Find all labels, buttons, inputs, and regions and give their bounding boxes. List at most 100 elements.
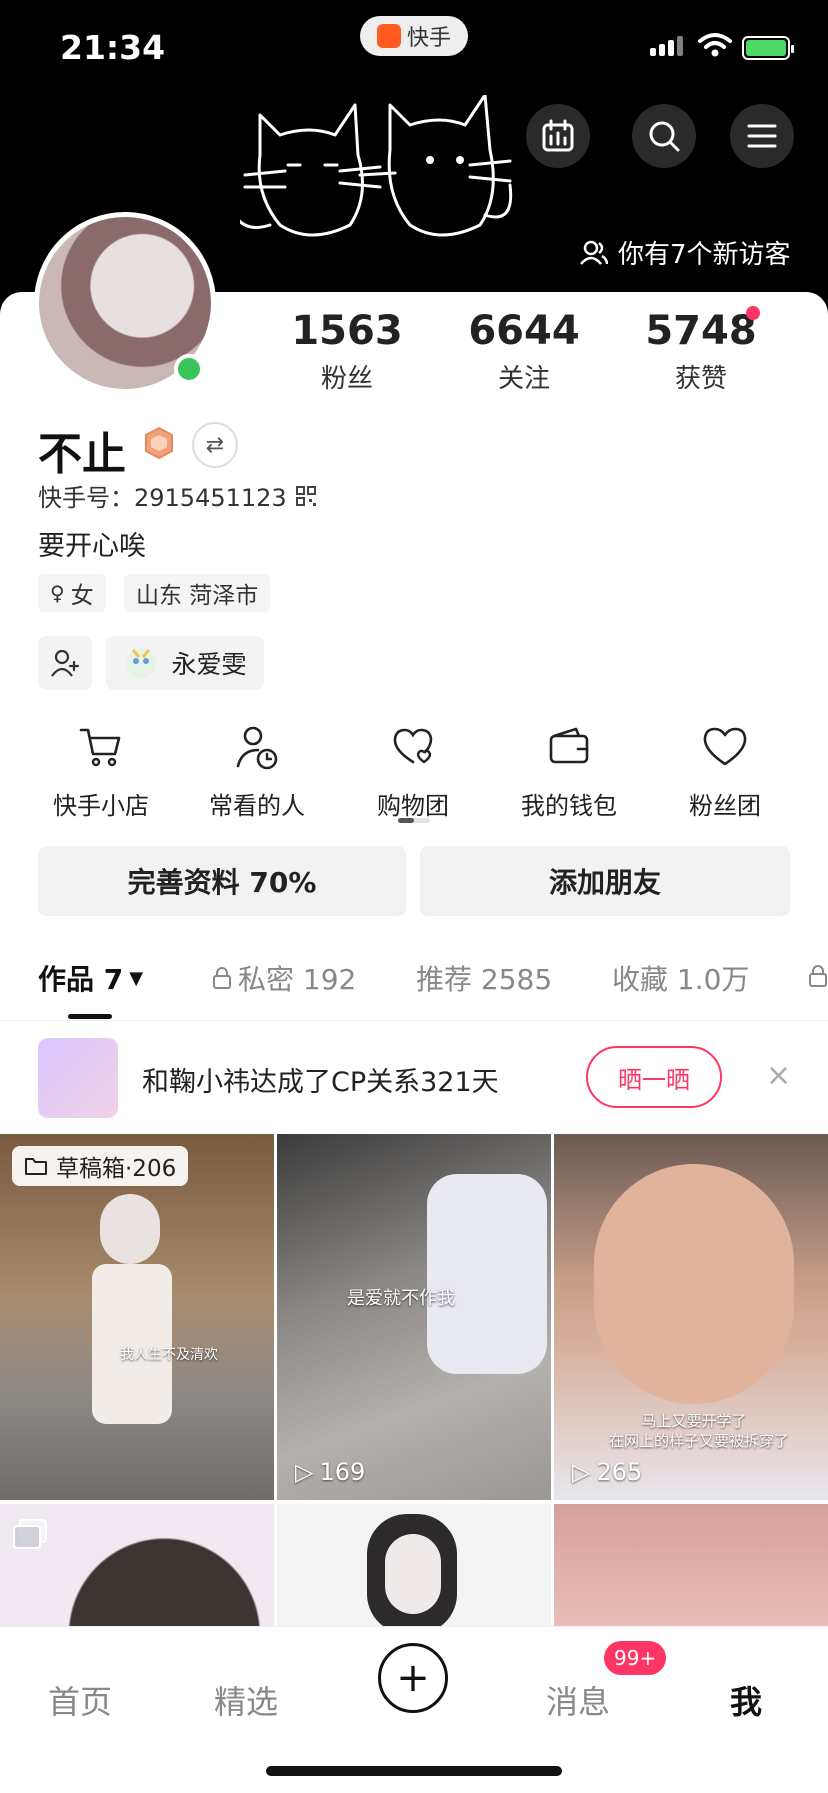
video-caption-line: 在网上的样子又要被拆穿了	[608, 1432, 789, 1450]
online-status-dot	[174, 354, 204, 384]
tab-label: 私密 192	[238, 963, 357, 996]
shortcut-page-indicator	[398, 818, 430, 823]
shortcut-frequent-people[interactable]: 常看的人	[182, 724, 332, 821]
nav-featured[interactable]: 精选	[214, 1677, 278, 1723]
menu-icon	[747, 124, 777, 148]
stat-label: 粉丝	[320, 364, 373, 394]
wifi-icon	[698, 33, 732, 57]
new-likes-dot	[746, 306, 760, 320]
tab-recommended[interactable]: 推荐 2585	[416, 958, 552, 998]
tab-label: 收藏 1.0万	[612, 963, 750, 996]
tab-label: 作品 7	[38, 963, 124, 996]
shortcut-label: 快手小店	[53, 792, 149, 820]
new-visitors-link[interactable]: 你有7个新访客	[580, 234, 791, 271]
location-text: 山东 菏泽市	[136, 583, 259, 609]
level-badge-icon[interactable]	[142, 426, 176, 460]
cat-doodle-banner	[240, 95, 513, 237]
status-time: 21:34	[60, 28, 166, 67]
play-count-value: 265	[596, 1458, 643, 1486]
heart-icon	[703, 727, 747, 766]
tab-label: 推荐 2585	[416, 963, 553, 996]
face-figure	[594, 1164, 794, 1404]
stat-following[interactable]: 6644 关注	[449, 308, 599, 395]
wallet-icon	[549, 727, 589, 764]
kuaishou-id-row[interactable]: 快手号：2915451123	[38, 478, 317, 513]
folder-icon	[25, 1158, 47, 1175]
lock-icon	[809, 965, 827, 987]
stat-followers[interactable]: 1563 粉丝	[272, 308, 422, 395]
nav-home[interactable]: 首页	[48, 1677, 112, 1723]
shortcut-label: 常看的人	[209, 792, 305, 820]
play-count: ▷ 169	[295, 1458, 365, 1486]
grid-item-video[interactable]: 是爱就不作我 ▷ 169	[277, 1134, 551, 1500]
fan-group-chip[interactable]: 永爱雯	[106, 636, 264, 690]
nav-messages[interactable]: 消息	[546, 1677, 610, 1723]
profile-bio: 要开心唉	[38, 531, 146, 562]
stat-value: 1563	[291, 308, 403, 354]
stat-label: 关注	[497, 364, 550, 394]
gender-tag: ♀ 女	[38, 574, 106, 612]
grid-item-video[interactable]	[277, 1504, 551, 1634]
add-friend-chip[interactable]	[38, 636, 92, 690]
search-icon	[649, 121, 680, 152]
kuaishou-id: 快手号：2915451123	[38, 484, 287, 512]
lock-icon	[213, 967, 231, 989]
home-indicator	[266, 1766, 562, 1776]
tab-favorites[interactable]: 收藏 1.0万	[612, 958, 749, 998]
play-count: ▷ 265	[572, 1458, 642, 1486]
fan-group-name: 永爱雯	[171, 650, 247, 679]
stat-label: 获赞	[674, 364, 727, 394]
image-stack-icon	[13, 1519, 47, 1549]
shortcut-label: 我的钱包	[521, 792, 617, 820]
shortcut-fan-club[interactable]: 粉丝团	[650, 724, 800, 821]
shortcut-shopping-group[interactable]: 购物团	[338, 724, 488, 821]
plus-icon: +	[396, 1655, 430, 1701]
grid-item-draft[interactable]: 我人生不及清欢 草稿箱·206	[0, 1134, 274, 1500]
add-friend-button[interactable]: 添加朋友	[420, 846, 790, 916]
grid-item-photo[interactable]	[0, 1504, 274, 1634]
active-tab-indicator	[68, 1014, 112, 1019]
shortcut-label: 购物团	[377, 792, 449, 820]
caret-down-icon: ▼	[129, 967, 144, 989]
stat-value: 6644	[468, 308, 580, 354]
video-caption-line: 马上又要开学了	[641, 1412, 747, 1430]
battery-icon	[742, 36, 794, 60]
video-caption: 我人生不及清欢	[120, 1347, 218, 1363]
grid-item-video[interactable]: 马上又要开学了 在网上的样子又要被拆穿了 ▷ 265	[554, 1134, 828, 1500]
message-count-badge: 99+	[604, 1641, 667, 1675]
search-button[interactable]	[632, 104, 696, 168]
play-count-value: 169	[319, 1458, 366, 1486]
draft-box-tag[interactable]: 草稿箱·206	[12, 1146, 189, 1186]
calendar-icon	[542, 119, 574, 152]
menu-button[interactable]	[730, 104, 794, 168]
tab-private[interactable]: 私密 192	[212, 958, 356, 998]
play-icon: ▷	[572, 1458, 591, 1486]
calendar-button[interactable]	[526, 104, 590, 168]
shortcut-shop[interactable]: 快手小店	[26, 724, 176, 821]
shortcut-wallet[interactable]: 我的钱包	[494, 724, 644, 821]
stat-likes[interactable]: 5748 获赞	[626, 308, 776, 395]
dress-figure	[427, 1174, 547, 1374]
cp-thumbnail	[38, 1038, 118, 1118]
profile-name: 不止	[38, 429, 126, 480]
play-icon: ▷	[295, 1458, 314, 1486]
complete-profile-button[interactable]: 完善资料 70%	[38, 846, 406, 916]
share-cp-button[interactable]: 晒一晒	[586, 1046, 722, 1108]
swap-arrows-icon: ⇄	[205, 432, 225, 458]
nav-me[interactable]: 我	[730, 1677, 762, 1723]
cart-icon	[79, 728, 121, 767]
switch-account-button[interactable]: ⇄	[192, 422, 238, 468]
app-indicator-pill: 快手	[360, 16, 468, 56]
grid-item-video[interactable]	[554, 1504, 828, 1634]
create-button[interactable]: +	[378, 1643, 448, 1713]
bunny-mask-sticker	[100, 1194, 160, 1264]
qr-code-icon[interactable]	[295, 485, 317, 507]
cp-banner: 和鞠小祎达成了CP关系321天 晒一晒 ×	[0, 1032, 828, 1124]
content-tabs: 作品 7 ▼ 私密 192 推荐 2585 收藏 1.0万	[0, 958, 828, 1021]
cellular-signal-icon	[650, 36, 683, 56]
gender-text: 女	[70, 583, 94, 609]
close-icon[interactable]: ×	[766, 1058, 791, 1093]
bunny-mask-sticker	[385, 1534, 441, 1614]
tab-works[interactable]: 作品 7 ▼	[38, 958, 143, 998]
add-user-icon	[51, 649, 80, 677]
